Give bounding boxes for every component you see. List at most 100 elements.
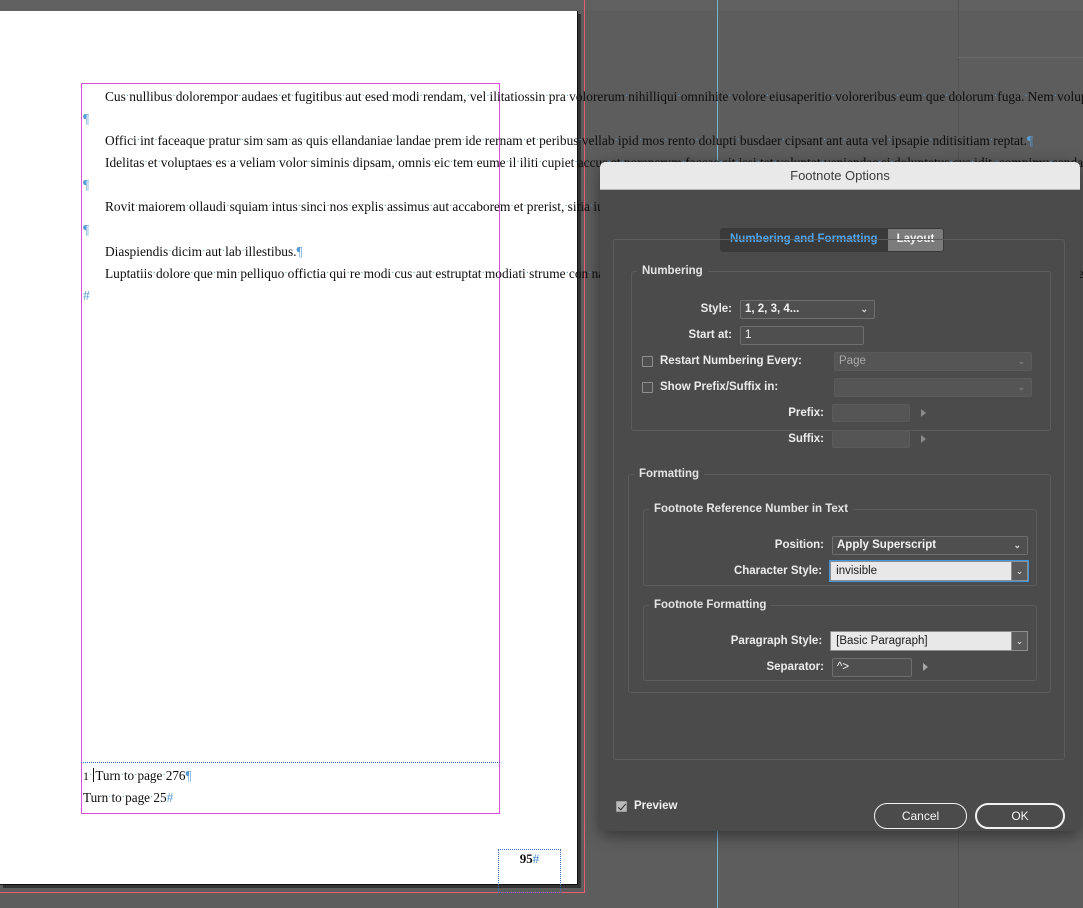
dialog-title: Footnote Options [790, 168, 890, 183]
space-dot-icon: · [152, 267, 156, 279]
space-dot-icon: · [275, 157, 280, 169]
space-dot-icon: · [565, 267, 569, 279]
right-panel-divider [958, 57, 1083, 58]
space-dot-icon: · [212, 267, 217, 279]
style-select[interactable]: 1, 2, 3, 4... ⌄ [740, 299, 875, 319]
space-dot-icon: · [461, 135, 466, 147]
space-dot-icon: · [154, 135, 158, 147]
document-body-text[interactable]: Cus·nullibus·dolorempor·audaes·et·fugiti… [82, 86, 1083, 307]
space-dot-icon: · [523, 201, 527, 213]
space-dot-icon: · [134, 770, 138, 781]
space-dot-icon: · [638, 135, 643, 147]
preview-toggle[interactable]: Preview [616, 800, 677, 812]
character-style-value[interactable]: invisible [830, 561, 1011, 581]
space-dot-icon: · [134, 201, 139, 213]
show-prefix-suffix-checkbox[interactable] [642, 381, 653, 393]
chevron-down-icon: ⌄ [1013, 539, 1021, 550]
pilcrow-icon: ¶ [296, 243, 303, 259]
dialog-body: Numbering and Formatting Layout Numberin… [600, 190, 1080, 831]
footnote-row: Turn·to·page·25# [83, 787, 500, 809]
chevron-down-icon: ⌄ [1017, 355, 1025, 366]
position-row: Position: Apply Superscript ⌄ [652, 535, 1028, 555]
chevron-down-icon: ⌄ [860, 303, 868, 314]
space-dot-icon: · [277, 91, 282, 102]
footnote-formatting-group: Footnote Formatting Paragraph Style: [Ba… [643, 599, 1037, 681]
space-dot-icon: · [781, 135, 785, 147]
character-style-combo[interactable]: invisible ⌄ [829, 560, 1029, 582]
space-dot-icon: · [922, 91, 926, 102]
space-dot-icon: · [481, 135, 485, 147]
space-dot-icon: · [241, 245, 245, 257]
space-dot-icon: · [578, 135, 582, 147]
space-dot-icon: · [736, 135, 740, 147]
numbering-group-legend: Numbering [642, 265, 703, 277]
chevron-down-icon[interactable]: ⌄ [1011, 561, 1028, 581]
style-label: Style: [700, 303, 732, 315]
page-number: 95 [519, 851, 533, 866]
space-dot-icon: · [430, 157, 435, 169]
footnote-area[interactable]: 1· Turn·to·page·276¶ Turn·to·page·25# [81, 765, 500, 813]
start-at-input[interactable]: 1 [740, 325, 864, 345]
separator-menu-icon[interactable] [923, 663, 928, 671]
space-dot-icon: · [235, 157, 240, 169]
space-dot-icon: · [430, 135, 435, 147]
paragraph-text: Diaspiendis·dicim·aut·lab·illestibus. [105, 243, 297, 259]
footnote-reference-number-legend: Footnote Reference Number in Text [654, 503, 849, 515]
style-value: 1, 2, 3, 4... [745, 303, 800, 315]
page-number-frame[interactable]: 95 # [498, 849, 561, 893]
space-dot-icon: · [538, 157, 542, 169]
preview-label: Preview [634, 800, 678, 812]
body-paragraph: Idelitas·et·voluptaes·es·a·veliam·volor·… [83, 152, 1083, 196]
space-dot-icon: · [486, 91, 490, 102]
space-dot-icon: · [302, 135, 306, 147]
ok-button[interactable]: OK [975, 803, 1065, 829]
separator-input[interactable]: ^> [832, 657, 912, 677]
suffix-row: Suffix: [642, 429, 1042, 449]
paragraph-text: Cus·nullibus·dolorempor·audaes·et·fugiti… [105, 89, 1083, 104]
paragraph-text: Offici·int·faceaque·pratur·sim·sam·as·qu… [105, 133, 1028, 149]
space-dot-icon: · [473, 157, 477, 169]
space-dot-icon: · [695, 135, 699, 147]
restart-numbering-checkbox[interactable] [642, 355, 653, 367]
footnote-options-dialog[interactable]: Footnote Options Numbering and Formattin… [600, 162, 1080, 831]
space-dot-icon: · [831, 91, 836, 102]
space-dot-icon: · [341, 91, 346, 102]
space-dot-icon: · [144, 157, 148, 169]
cancel-button[interactable]: Cancel [874, 803, 967, 829]
space-dot-icon: · [221, 245, 226, 257]
restart-numbering-row: Restart Numbering Every: Page ⌄ [642, 351, 1042, 371]
space-dot-icon: · [284, 267, 288, 279]
space-dot-icon: · [945, 91, 949, 102]
suffix-input [832, 430, 910, 448]
space-dot-icon: · [125, 91, 130, 102]
space-dot-icon: · [391, 267, 395, 279]
position-select[interactable]: Apply Superscript ⌄ [832, 535, 1028, 555]
paragraph-style-combo[interactable]: [Basic Paragraph] ⌄ [830, 631, 1028, 651]
space-dot-icon: · [263, 135, 267, 147]
chevron-down-icon[interactable]: ⌄ [1011, 631, 1028, 651]
paragraph-style-value[interactable]: [Basic Paragraph] [830, 631, 1011, 651]
pilcrow-icon: ¶ [1027, 133, 1034, 149]
space-dot-icon: · [326, 267, 330, 279]
position-label: Position: [774, 539, 824, 551]
document-page[interactable]: Cus·nullibus·dolorempor·audaes·et·fugiti… [0, 11, 1083, 893]
pilcrow-icon: ¶ [83, 177, 90, 193]
space-dot-icon: · [392, 135, 396, 147]
space-dot-icon: · [481, 267, 485, 279]
main-text-frame[interactable]: Cus·nullibus·dolorempor·audaes·et·fugiti… [81, 83, 1083, 814]
space-dot-icon: · [288, 135, 292, 147]
formatting-group: Formatting Footnote Reference Number in … [628, 468, 1051, 693]
space-dot-icon: · [383, 201, 387, 213]
space-dot-icon: · [765, 91, 770, 102]
restart-numbering-select: Page ⌄ [834, 351, 1032, 371]
space-dot-icon: · [419, 91, 423, 102]
pilcrow-icon: ¶ [83, 111, 90, 127]
end-of-story-icon: # [166, 790, 174, 805]
space-dot-icon: · [120, 770, 124, 781]
preview-checkbox[interactable] [616, 800, 627, 812]
paragraph-style-row: Paragraph Style: [Basic Paragraph] ⌄ [652, 631, 1028, 651]
start-at-row: Start at: 1 [642, 325, 1042, 345]
space-dot-icon: · [564, 201, 568, 213]
footnote-text: Turn·to·page·276 [95, 768, 186, 783]
space-dot-icon: · [574, 157, 578, 169]
